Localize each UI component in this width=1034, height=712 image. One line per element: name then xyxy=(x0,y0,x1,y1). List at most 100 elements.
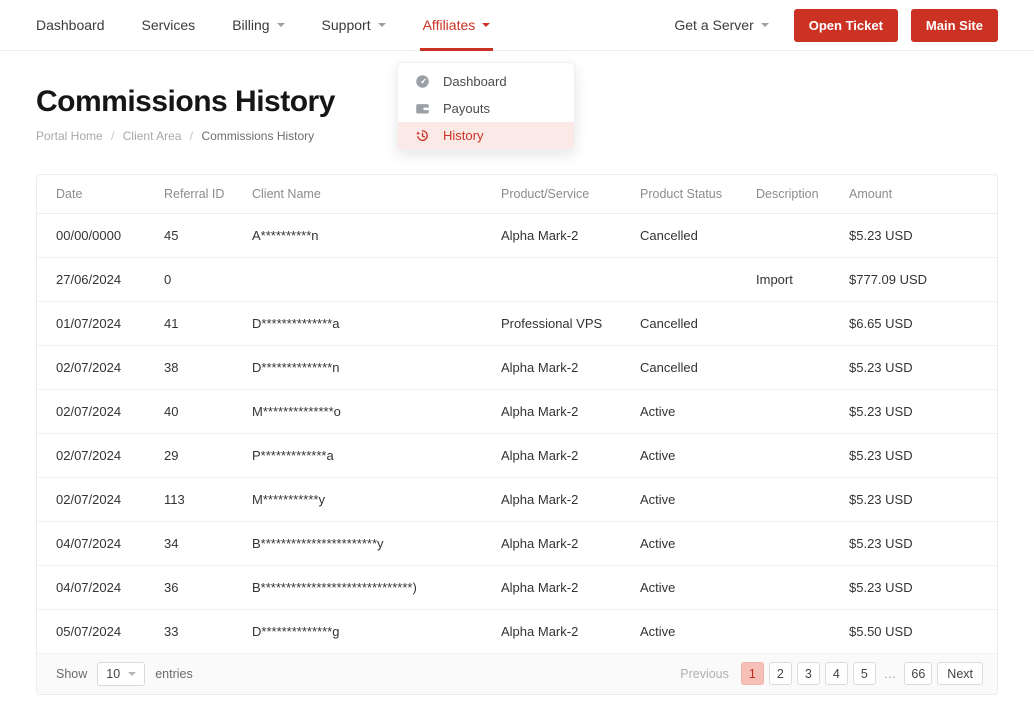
cell-amount: $5.23 USD xyxy=(839,477,997,522)
cell-referral-id: 36 xyxy=(154,565,242,610)
dropdown-item-label: Dashboard xyxy=(443,74,507,89)
cell-date: 02/07/2024 xyxy=(37,433,154,478)
previous-page-button[interactable]: Previous xyxy=(680,667,729,681)
cell-description xyxy=(746,433,839,478)
chevron-down-icon xyxy=(482,23,491,27)
page-button-5[interactable]: 5 xyxy=(852,662,876,685)
breadcrumb-portal-home[interactable]: Portal Home xyxy=(36,129,103,143)
cell-product-status: Active xyxy=(630,389,746,434)
affiliates-dropdown-menu: Dashboard Payouts History xyxy=(397,62,575,150)
navbar-right: Get a Server Open Ticket Main Site xyxy=(674,0,998,50)
column-header-description: Description xyxy=(746,174,839,214)
cell-product-status: Active xyxy=(630,477,746,522)
breadcrumb-client-area[interactable]: Client Area xyxy=(123,129,182,143)
cell-client-name: D**************g xyxy=(242,609,491,654)
table-header-row: Date Referral ID Client Name Product/Servic… xyxy=(37,174,997,214)
column-header-date: Date xyxy=(37,174,154,214)
cell-product-service: Alpha Mark-2 xyxy=(491,477,630,522)
cell-amount: $5.23 USD xyxy=(839,345,997,390)
page-buttons: 1 2 3 4 5 … 66 xyxy=(740,662,933,685)
cell-description xyxy=(746,521,839,566)
page-size-select[interactable]: 10 xyxy=(97,661,146,686)
column-header-product-service: Product/Service xyxy=(491,174,630,214)
cell-description xyxy=(746,213,839,258)
cell-referral-id: 34 xyxy=(154,521,242,566)
cell-description xyxy=(746,477,839,522)
nav-item-services[interactable]: Services xyxy=(142,0,196,50)
cell-amount: $5.50 USD xyxy=(839,609,997,654)
cell-date: 02/07/2024 xyxy=(37,477,154,522)
cell-product-status: Active xyxy=(630,609,746,654)
cell-product-service: Alpha Mark-2 xyxy=(491,565,630,610)
dropdown-item-history[interactable]: History xyxy=(398,122,574,149)
table-row: 02/07/2024 113 M***********y Alpha Mark-… xyxy=(37,477,997,522)
show-entries-control: Show 10 entries xyxy=(56,661,193,686)
cell-date: 04/07/2024 xyxy=(37,565,154,610)
page-button-66[interactable]: 66 xyxy=(904,662,933,685)
dropdown-item-dashboard[interactable]: Dashboard xyxy=(398,68,574,95)
nav-item-affiliates[interactable]: Affiliates xyxy=(419,0,493,51)
nav-item-label: Dashboard xyxy=(36,17,105,33)
cell-product-service: Alpha Mark-2 xyxy=(491,345,630,390)
nav-item-label: Affiliates xyxy=(422,17,476,33)
nav-item-billing[interactable]: Billing xyxy=(232,0,285,50)
dropdown-item-label: History xyxy=(443,128,484,143)
column-header-client-name: Client Name xyxy=(242,174,491,214)
cell-referral-id: 33 xyxy=(154,609,242,654)
nav-item-dashboard[interactable]: Dashboard xyxy=(36,0,105,50)
cell-referral-id: 113 xyxy=(154,477,242,522)
table-row: 00/00/0000 45 A**********n Alpha Mark-2 … xyxy=(37,213,997,258)
table-row: 02/07/2024 38 D**************n Alpha Mar… xyxy=(37,345,997,390)
dropdown-item-label: Payouts xyxy=(443,101,490,116)
open-ticket-button[interactable]: Open Ticket xyxy=(793,8,898,42)
commissions-table-card: Date Referral ID Client Name Product/Servic… xyxy=(36,173,998,695)
cell-description xyxy=(746,345,839,390)
get-a-server-dropdown[interactable]: Get a Server xyxy=(674,17,769,33)
page-button-2[interactable]: 2 xyxy=(768,662,792,685)
dropdown-item-payouts[interactable]: Payouts xyxy=(398,95,574,122)
pagination-ellipsis: … xyxy=(883,666,897,681)
breadcrumb-current: Commissions History xyxy=(201,128,315,143)
cell-amount: $5.23 USD xyxy=(839,521,997,566)
nav-item-label: Support xyxy=(321,17,371,33)
history-icon xyxy=(415,128,430,143)
main-site-button[interactable]: Main Site xyxy=(910,8,998,42)
next-page-button[interactable]: Next xyxy=(937,662,983,685)
cell-product-service: Alpha Mark-2 xyxy=(491,609,630,654)
cell-product-service: Alpha Mark-2 xyxy=(491,389,630,434)
nav-item-support[interactable]: Support xyxy=(322,0,386,50)
table-footer: Show 10 entries Previous 1 2 3 4 5 … 66 Next xyxy=(37,653,997,694)
page-size-value: 10 xyxy=(106,666,121,681)
cell-product-status: Active xyxy=(630,565,746,610)
cell-product-service: Alpha Mark-2 xyxy=(491,213,630,258)
cell-amount: $5.23 USD xyxy=(839,433,997,478)
page-button-4[interactable]: 4 xyxy=(824,662,848,685)
chevron-down-icon xyxy=(377,23,386,27)
cell-product-service: Alpha Mark-2 xyxy=(491,521,630,566)
cell-product-status: Cancelled xyxy=(630,213,746,258)
main-nav-items: Dashboard Services Billing Support Affil… xyxy=(36,0,493,51)
cell-product-status xyxy=(630,257,746,302)
show-label: Show xyxy=(56,666,88,681)
cell-referral-id: 29 xyxy=(154,433,242,478)
page-button-3[interactable]: 3 xyxy=(796,662,820,685)
cell-description xyxy=(746,609,839,654)
chevron-down-icon xyxy=(128,671,137,676)
page-button-1[interactable]: 1 xyxy=(740,662,764,685)
table-row: 02/07/2024 40 M**************o Alpha Mar… xyxy=(37,389,997,434)
cell-amount: $6.65 USD xyxy=(839,301,997,346)
table-body: 00/00/0000 45 A**********n Alpha Mark-2 … xyxy=(37,213,997,654)
top-navbar: Dashboard Services Billing Support Affil… xyxy=(0,0,1034,51)
nav-item-label: Services xyxy=(141,17,196,33)
cell-date: 00/00/0000 xyxy=(37,213,154,258)
cell-amount: $5.23 USD xyxy=(839,213,997,258)
table-row: 27/06/2024 0 Import $777.09 USD xyxy=(37,257,997,302)
cell-product-status: Active xyxy=(630,521,746,566)
column-header-amount: Amount xyxy=(839,174,997,214)
cell-client-name: A**********n xyxy=(242,213,491,258)
cell-product-status: Active xyxy=(630,433,746,478)
cell-client-name: M**************o xyxy=(242,389,491,434)
chevron-down-icon xyxy=(760,23,769,27)
nav-item-label: Billing xyxy=(232,17,270,33)
table-row: 01/07/2024 41 D**************a Professio… xyxy=(37,301,997,346)
